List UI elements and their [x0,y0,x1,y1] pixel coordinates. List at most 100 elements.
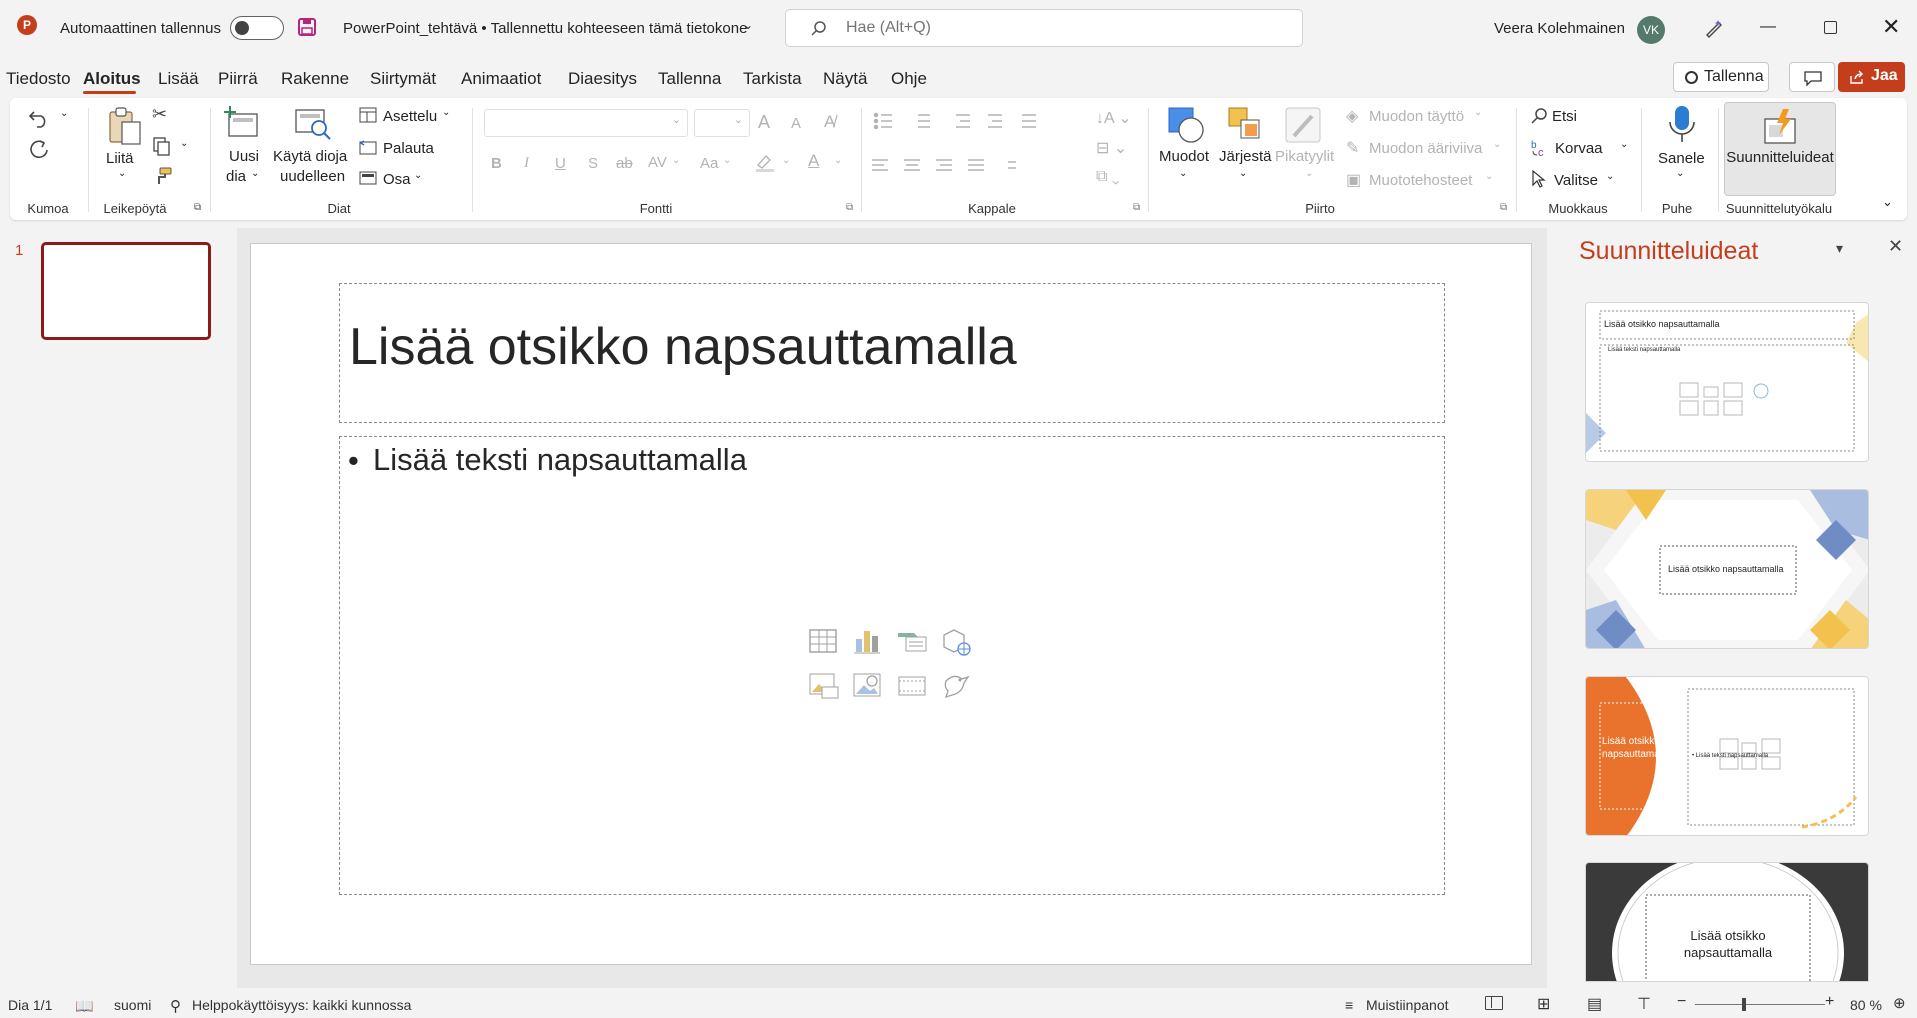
insert-chart-icon[interactable] [852,627,882,655]
layout-button[interactable]: Asettelu [383,108,437,125]
font-color-chevron[interactable]: ⌄ [834,155,842,166]
chevron-down-icon[interactable]: ⌄ [743,18,753,32]
shape-outline-button[interactable]: Muodon ääriviiva [1369,140,1482,157]
highlight-icon[interactable] [754,153,776,173]
tab-view[interactable]: Näytä [823,69,867,89]
microphone-icon[interactable] [1667,104,1697,146]
zoom-level[interactable]: 80 % [1850,997,1882,1013]
shape-fill-chevron[interactable]: ⌄ [1474,107,1482,118]
tab-insert[interactable]: Lisää [158,69,199,89]
undo-dropdown-chevron[interactable]: ⌄ [60,108,68,119]
restore-icon[interactable] [1824,21,1837,34]
close-pane-icon[interactable]: ✕ [1888,236,1903,257]
insert-icons-icon[interactable] [940,671,972,701]
pane-options-chevron[interactable]: ▾ [1836,240,1843,257]
change-case-button[interactable]: Aa [700,155,718,172]
shrink-font-button[interactable]: A [791,115,801,132]
paste-label[interactable]: Liitä [106,150,134,167]
design-idea-card-1[interactable]: Lisää otsikko napsauttamalla Lisää tekst… [1585,302,1869,462]
section-button[interactable]: Osa [383,171,411,188]
smartart-icon[interactable]: ⧉ ⌄ [1096,168,1119,186]
clear-format-icon[interactable]: A̸ [824,112,835,132]
close-window-icon[interactable]: ✕ [1882,14,1900,40]
copy-chevron[interactable]: ⌄ [180,138,188,149]
slide-sorter-icon[interactable]: ⊞ [1537,994,1550,1014]
shape-fill-button[interactable]: Muodon täyttö [1369,108,1464,125]
section-chevron[interactable]: ⌄ [414,170,422,181]
find-icon[interactable] [1530,107,1548,125]
slide[interactable]: Lisää otsikko napsauttamalla • Lisää tek… [250,243,1532,965]
quick-styles-icon[interactable] [1284,106,1324,146]
dictate-chevron[interactable]: ⌄ [1676,168,1684,179]
insert-smartart-icon[interactable] [896,627,928,655]
zoom-out-icon[interactable]: − [1677,993,1686,1011]
underline-button[interactable]: U [555,155,566,172]
highlight-chevron[interactable]: ⌄ [782,155,790,166]
shapes-label[interactable]: Muodot [1159,148,1209,165]
shadow-button[interactable]: S [588,155,598,172]
italic-button[interactable]: I [524,155,529,172]
tab-slideshow[interactable]: Diaesitys [568,69,637,89]
design-idea-card-4[interactable]: Lisää otsikko napsauttamalla [1585,862,1869,982]
dialog-launcher-icon[interactable]: ⧉ [1500,202,1507,213]
record-button[interactable]: Tallenna [1673,62,1769,92]
grow-font-button[interactable]: A [758,112,770,133]
title-placeholder[interactable]: Lisää otsikko napsauttamalla [339,283,1445,423]
zoom-in-icon[interactable]: + [1825,993,1834,1011]
arrange-icon[interactable] [1227,106,1263,144]
quick-styles-label[interactable]: Pikatyylit [1275,148,1334,165]
dialog-launcher-icon[interactable]: ⧉ [194,202,201,213]
designer-button[interactable]: Suunnitteluideat [1724,102,1836,196]
new-slide-icon[interactable] [224,106,260,140]
paste-chevron[interactable]: ⌄ [118,168,126,179]
layout-chevron[interactable]: ⌄ [442,107,450,118]
accessibility-icon[interactable]: ⚲ [170,997,181,1015]
cut-icon[interactable]: ✂ [152,104,167,125]
font-name-select[interactable]: ⌄ [484,109,688,137]
section-icon[interactable] [359,170,377,186]
new-slide-chevron[interactable]: ⌄ [251,168,259,179]
insert-stock-images-icon[interactable] [852,671,884,701]
comments-button[interactable] [1789,62,1835,92]
select-chevron[interactable]: ⌄ [1606,171,1614,182]
reading-view-icon[interactable]: ▤ [1587,994,1602,1014]
font-color-button[interactable]: A [808,151,819,171]
fit-to-window-icon[interactable]: ⊕ [1893,994,1906,1012]
reset-icon[interactable] [359,139,377,155]
arrange-chevron[interactable]: ⌄ [1239,168,1247,179]
pen-icon[interactable] [1703,17,1725,39]
insert-3d-model-icon[interactable] [940,627,972,657]
shape-effects-button[interactable]: Muototehosteet [1369,172,1472,189]
zoom-slider[interactable] [1695,998,1825,1011]
save-icon[interactable] [297,17,317,37]
spellcheck-icon[interactable]: 📖 [75,997,94,1015]
content-placeholder[interactable]: • Lisää teksti napsauttamalla [339,436,1445,895]
search-input[interactable] [846,16,1266,40]
user-name[interactable]: Veera Kolehmainen [1494,20,1625,37]
find-button[interactable]: Etsi [1552,108,1577,125]
shape-outline-icon[interactable]: ✎ [1346,138,1359,158]
tab-review[interactable]: Tarkista [743,69,802,89]
tab-draw[interactable]: Piirrä [218,69,258,89]
avatar[interactable]: VK [1637,16,1665,44]
tab-record[interactable]: Tallenna [658,69,721,89]
autosave-toggle[interactable] [230,16,284,40]
insert-table-icon[interactable] [808,627,838,655]
replace-chevron[interactable]: ⌄ [1620,139,1628,150]
tab-design[interactable]: Rakenne [281,69,349,89]
language[interactable]: suomi [114,997,151,1013]
minimize-icon[interactable]: — [1760,18,1776,36]
collapse-ribbon-icon[interactable]: ⌄ [1882,194,1893,210]
slide-thumbnail[interactable] [41,242,211,340]
slideshow-view-icon[interactable]: ⊤ [1637,994,1651,1014]
shape-effects-icon[interactable]: ▣ [1346,170,1361,190]
char-spacing-button[interactable]: AV [648,154,667,171]
design-idea-card-2[interactable]: Lisää otsikko napsauttamalla [1585,489,1869,649]
insert-picture-icon[interactable] [808,671,840,701]
shape-effects-chevron[interactable]: ⌄ [1485,171,1493,182]
select-icon[interactable] [1531,170,1547,188]
design-idea-card-3[interactable]: Lisää otsikko napsauttama lla • Lisää te… [1585,676,1869,836]
zoom-slider-thumb[interactable] [1742,998,1746,1011]
paste-icon[interactable] [106,106,142,146]
reuse-slides-label-1[interactable]: Käytä dioja [273,148,347,165]
